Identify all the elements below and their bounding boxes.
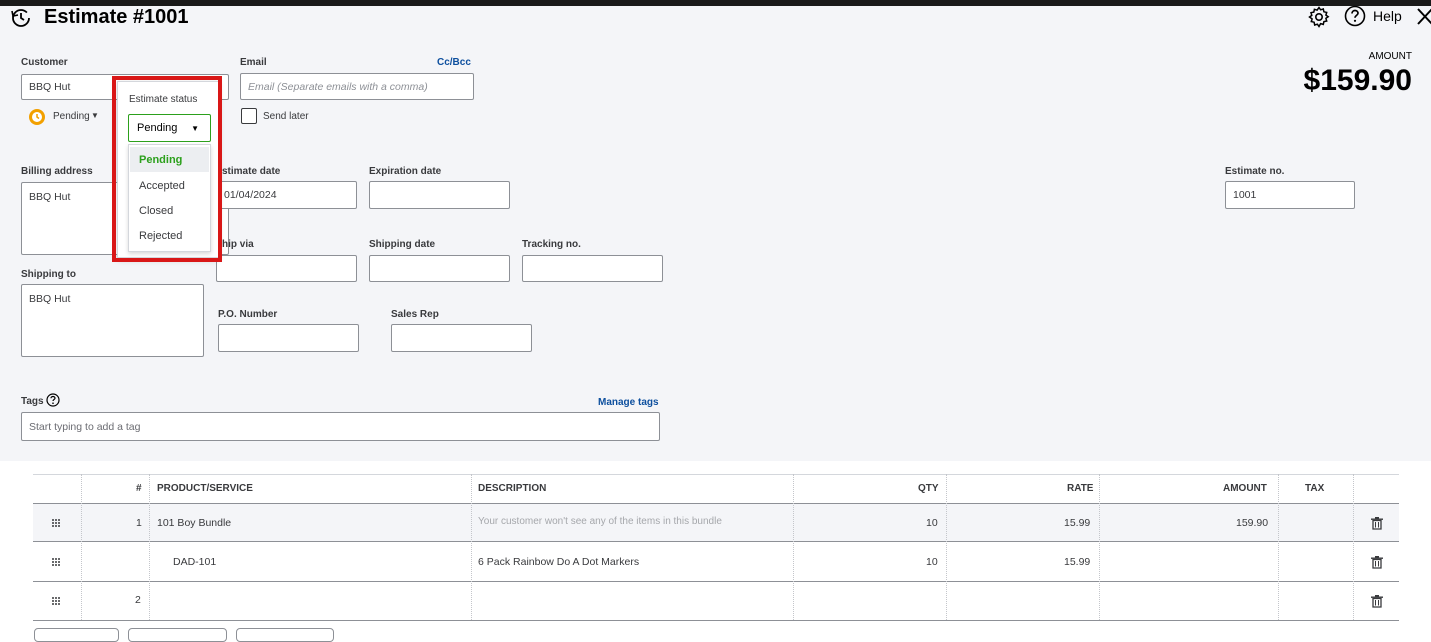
column-divider bbox=[81, 474, 82, 620]
tracking-no-label: Tracking no. bbox=[522, 239, 581, 250]
ship-via-label: hip via bbox=[222, 239, 254, 250]
row-product[interactable]: 101 Boy Bundle bbox=[157, 517, 231, 529]
column-divider bbox=[1353, 474, 1354, 620]
status-toggle-label[interactable]: Pending bbox=[53, 111, 90, 122]
tags-placeholder: Start typing to add a tag bbox=[29, 420, 141, 433]
column-divider bbox=[793, 474, 794, 620]
row-product[interactable]: DAD-101 bbox=[173, 556, 216, 568]
column-header-tax: TAX bbox=[1305, 483, 1325, 494]
sales-rep-field[interactable] bbox=[391, 324, 532, 352]
billing-address-label: Billing address bbox=[21, 166, 93, 177]
pending-status-icon bbox=[29, 109, 45, 125]
column-divider bbox=[1099, 474, 1100, 620]
amount-total: $159.90 bbox=[1303, 64, 1412, 97]
column-divider bbox=[1278, 474, 1279, 620]
table-top-border bbox=[33, 474, 1399, 475]
expiration-date-label: Expiration date bbox=[369, 166, 442, 177]
po-number-field[interactable] bbox=[218, 324, 359, 352]
customer-value: BBQ Hut bbox=[29, 81, 71, 93]
add-lines-button[interactable] bbox=[34, 628, 119, 642]
row-number: 2 bbox=[135, 594, 141, 606]
clear-lines-button[interactable] bbox=[128, 628, 227, 642]
email-field[interactable]: Email (Separate emails with a comma) bbox=[240, 73, 474, 100]
row-description: Your customer won't see any of the items… bbox=[478, 516, 722, 527]
chevron-down-icon[interactable]: ▼ bbox=[91, 111, 99, 120]
po-number-label: P.O. Number bbox=[218, 309, 278, 320]
estimate-no-value: 1001 bbox=[1233, 189, 1257, 201]
send-later-label: Send later bbox=[263, 111, 309, 122]
help-label[interactable]: Help bbox=[1373, 8, 1402, 24]
send-later-checkbox[interactable] bbox=[241, 108, 257, 124]
help-icon[interactable] bbox=[1344, 5, 1366, 27]
estimate-date-value: 01/04/2024 bbox=[224, 189, 277, 201]
billing-address-value: BBQ Hut bbox=[29, 191, 71, 203]
shipping-to-field[interactable]: BBQ Hut bbox=[21, 284, 204, 357]
column-header-product: PRODUCT/SERVICE bbox=[157, 483, 253, 494]
row-amount[interactable]: 159.90 bbox=[1236, 517, 1268, 529]
tags-help-icon[interactable] bbox=[46, 393, 60, 407]
gear-icon[interactable] bbox=[1307, 5, 1331, 29]
row-divider bbox=[33, 581, 1399, 582]
row-number: 1 bbox=[136, 517, 142, 529]
row-description[interactable]: 6 Pack Rainbow Do A Dot Markers bbox=[478, 556, 639, 568]
tracking-no-field[interactable] bbox=[522, 255, 663, 282]
page-title: Estimate #1001 bbox=[44, 6, 189, 28]
manage-tags-link[interactable]: Manage tags bbox=[598, 397, 659, 408]
drag-handle-icon[interactable] bbox=[51, 557, 61, 567]
shipping-date-label: Shipping date bbox=[369, 239, 436, 250]
drag-handle-icon[interactable] bbox=[51, 518, 61, 528]
trash-icon[interactable] bbox=[1371, 556, 1383, 569]
estimate-no-label: Estimate no. bbox=[1225, 166, 1285, 177]
expiration-date-field[interactable] bbox=[369, 181, 510, 209]
highlight-annotation-frame bbox=[112, 76, 222, 262]
recent-history-icon[interactable] bbox=[10, 7, 32, 29]
column-header-description: DESCRIPTION bbox=[478, 483, 547, 494]
column-divider bbox=[946, 474, 947, 620]
estimate-date-field[interactable]: 01/04/2024 bbox=[216, 181, 357, 209]
cc-bcc-link[interactable]: Cc/Bcc bbox=[437, 57, 471, 68]
sales-rep-label: Sales Rep bbox=[391, 309, 439, 320]
row-rate[interactable]: 15.99 bbox=[1064, 556, 1090, 568]
column-header-num: # bbox=[136, 483, 142, 494]
drag-handle-icon[interactable] bbox=[51, 596, 61, 606]
row-qty[interactable]: 10 bbox=[926, 556, 938, 568]
row-qty[interactable]: 10 bbox=[926, 517, 938, 529]
shipping-to-value: BBQ Hut bbox=[29, 293, 71, 305]
close-icon[interactable] bbox=[1416, 6, 1431, 26]
email-label: Email bbox=[240, 57, 267, 68]
column-divider bbox=[149, 474, 150, 620]
row-divider bbox=[33, 541, 1399, 542]
shipping-date-field[interactable] bbox=[369, 255, 510, 282]
tags-label: Tags bbox=[21, 396, 44, 407]
trash-icon[interactable] bbox=[1371, 517, 1383, 530]
column-header-amount: AMOUNT bbox=[1223, 483, 1267, 494]
email-placeholder: Email (Separate emails with a comma) bbox=[248, 80, 428, 93]
tags-input[interactable]: Start typing to add a tag bbox=[21, 412, 660, 441]
amount-label: AMOUNT bbox=[1368, 51, 1412, 62]
column-header-qty: QTY bbox=[918, 483, 939, 494]
column-header-rate: RATE bbox=[1067, 483, 1094, 494]
estimate-no-field[interactable]: 1001 bbox=[1225, 181, 1355, 209]
shipping-to-label: Shipping to bbox=[21, 269, 76, 280]
row-rate[interactable]: 15.99 bbox=[1064, 517, 1090, 529]
estimate-date-label: stimate date bbox=[222, 166, 281, 177]
row-divider bbox=[33, 620, 1399, 621]
column-divider bbox=[471, 474, 472, 620]
add-subtotal-button[interactable] bbox=[236, 628, 334, 642]
trash-icon[interactable] bbox=[1371, 595, 1383, 608]
ship-via-field[interactable] bbox=[216, 255, 357, 282]
customer-label: Customer bbox=[21, 57, 68, 68]
